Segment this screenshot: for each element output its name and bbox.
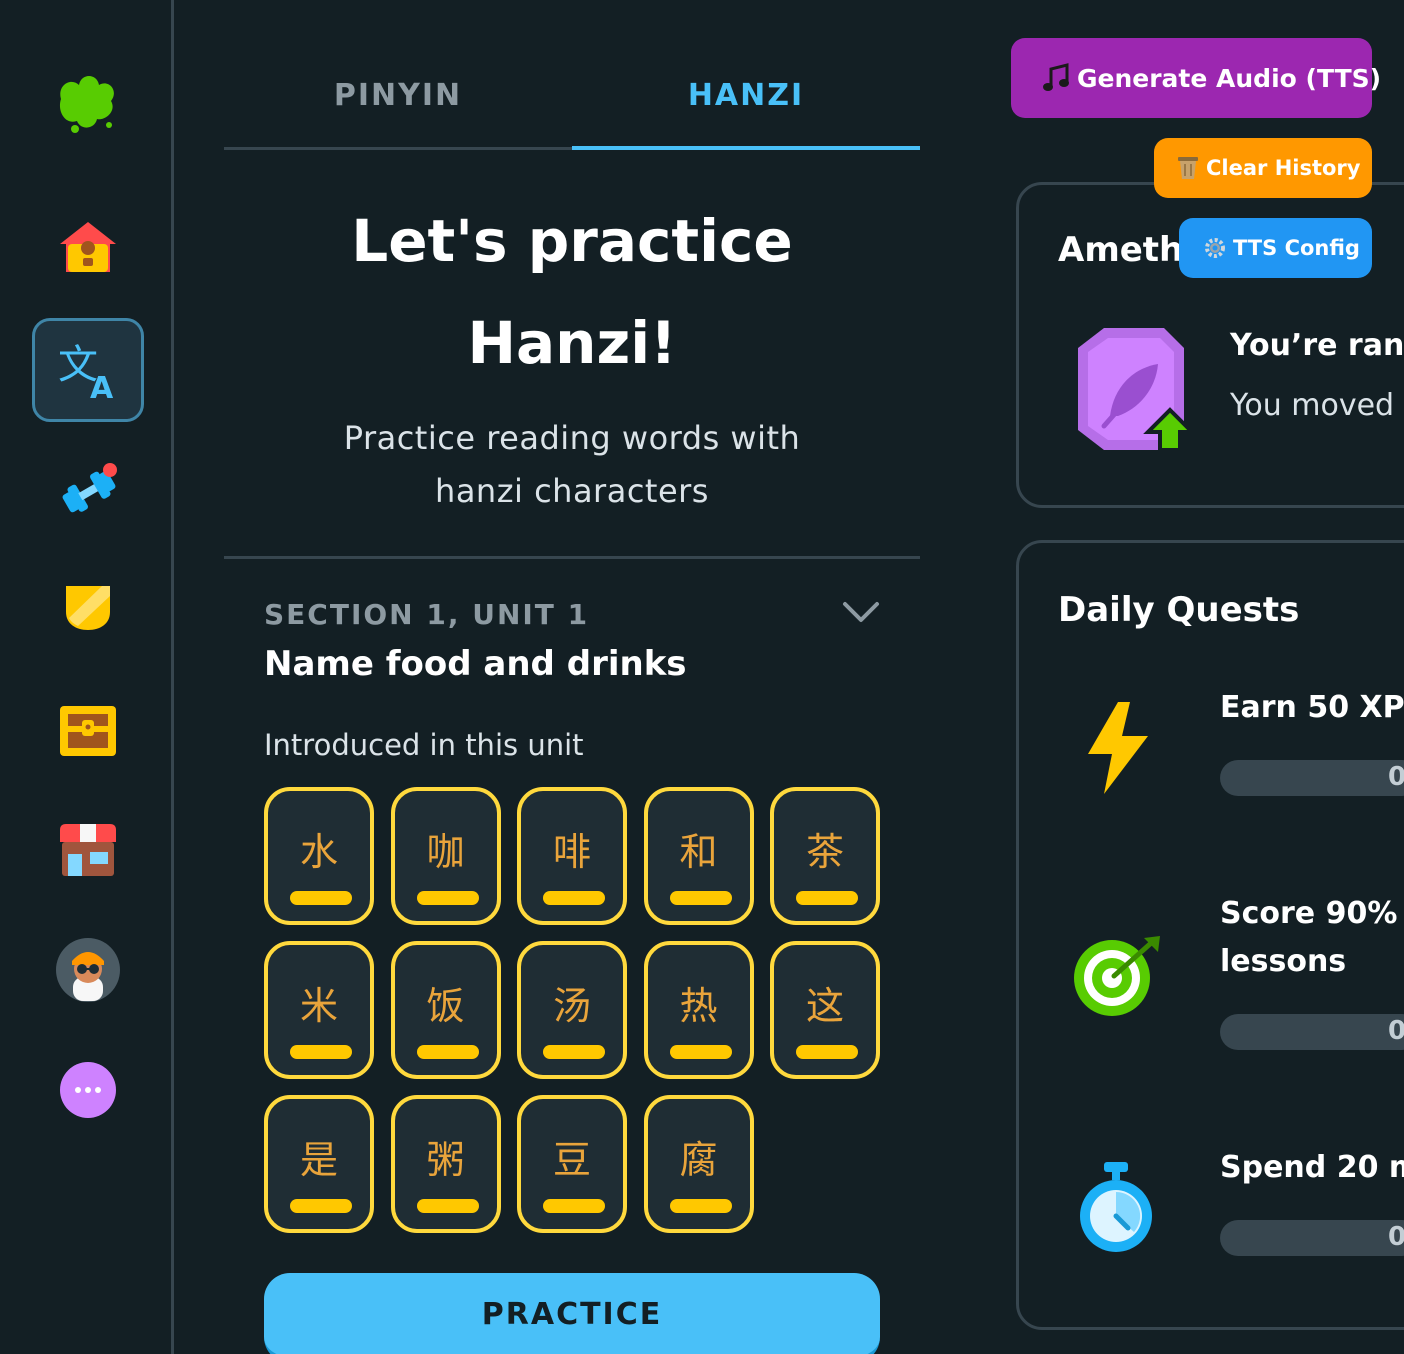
tts-config-button[interactable]: TTS Config bbox=[1179, 218, 1372, 278]
quest-title-2: Score 90% o lessons bbox=[1220, 890, 1404, 986]
quest-2-line2: lessons bbox=[1220, 944, 1347, 979]
translate-icon[interactable]: 文 A bbox=[32, 318, 144, 422]
page-subtitle-line1: Practice reading words with bbox=[343, 419, 801, 457]
page-title-line2: Hanzi! bbox=[467, 309, 677, 377]
quest-progress-count-2: 0 bbox=[1388, 1016, 1404, 1046]
character-glyph: 是 bbox=[299, 1138, 338, 1182]
music-note-icon bbox=[1041, 63, 1071, 93]
wastebasket-icon bbox=[1176, 155, 1200, 181]
shop-icon[interactable] bbox=[32, 798, 144, 902]
character-glyph: 粥 bbox=[426, 1138, 465, 1182]
tab-hanzi[interactable]: HANZI bbox=[572, 60, 920, 150]
rank-subtitle: You moved u bbox=[1230, 388, 1404, 423]
quest-progress-bar-2: 0 bbox=[1220, 1014, 1404, 1050]
tab-pinyin[interactable]: PINYIN bbox=[224, 60, 572, 150]
lightning-bolt-icon bbox=[1078, 700, 1154, 800]
character-progress-bar bbox=[796, 1045, 858, 1059]
character-tile[interactable]: 咖 bbox=[390, 787, 501, 925]
character-glyph: 腐 bbox=[679, 1138, 718, 1182]
character-glyph: 汤 bbox=[552, 984, 591, 1028]
quest-progress-bar-1: 0 bbox=[1220, 760, 1404, 796]
character-glyph: 这 bbox=[805, 984, 844, 1028]
amethyst-league-badge-icon bbox=[1074, 326, 1198, 460]
page-title: Let's practice Hanzi! bbox=[224, 190, 920, 394]
character-tile[interactable]: 粥 bbox=[390, 1095, 501, 1233]
stopwatch-icon bbox=[1078, 1160, 1154, 1258]
gear-icon bbox=[1203, 236, 1227, 260]
page-subtitle-line2: hanzi characters bbox=[435, 472, 709, 510]
generate-audio-button[interactable]: Generate Audio (TTS) bbox=[1011, 38, 1381, 118]
character-progress-bar bbox=[796, 891, 858, 905]
intro-label: Introduced in this unit bbox=[264, 728, 584, 762]
character-progress-bar bbox=[290, 891, 352, 905]
quest-progress-count-3: 0 bbox=[1388, 1222, 1404, 1252]
shield-icon[interactable] bbox=[32, 556, 144, 660]
chevron-down-icon[interactable] bbox=[842, 600, 880, 630]
character-tile[interactable]: 和 bbox=[643, 787, 754, 925]
character-progress-bar bbox=[669, 1045, 732, 1059]
character-tile[interactable]: 腐 bbox=[643, 1095, 754, 1233]
script-tabs: PINYIN HANZI bbox=[224, 60, 920, 150]
page-subtitle: Practice reading words with hanzi charac… bbox=[224, 412, 920, 518]
character-tile[interactable]: 米 bbox=[264, 941, 374, 1079]
character-glyph: 水 bbox=[299, 830, 338, 874]
character-progress-bar bbox=[416, 1045, 479, 1059]
tts-config-label: TTS Config bbox=[1233, 236, 1360, 260]
character-tile[interactable]: 热 bbox=[643, 941, 754, 1079]
target-icon bbox=[1072, 934, 1164, 1024]
character-progress-bar bbox=[290, 1199, 352, 1213]
character-glyph: 米 bbox=[299, 984, 338, 1028]
quest-title-1: Earn 50 XP bbox=[1220, 684, 1404, 732]
unit-title: Name food and drinks bbox=[264, 644, 687, 684]
page-title-line1: Let's practice bbox=[351, 207, 793, 275]
svg-text:A: A bbox=[90, 371, 114, 402]
character-tile[interactable]: 茶 bbox=[770, 787, 880, 925]
character-progress-bar bbox=[543, 891, 605, 905]
character-progress-bar bbox=[543, 1045, 605, 1059]
character-progress-bar bbox=[416, 1199, 479, 1213]
practice-button[interactable]: PRACTICE bbox=[264, 1273, 880, 1354]
rank-title: You’re ranke bbox=[1230, 328, 1404, 363]
profile-avatar-icon[interactable] bbox=[32, 918, 144, 1022]
generate-audio-label: Generate Audio (TTS) bbox=[1077, 63, 1382, 93]
character-glyph: 茶 bbox=[805, 830, 844, 874]
character-glyph: 和 bbox=[679, 830, 718, 874]
character-glyph: 啡 bbox=[552, 830, 591, 874]
character-tile[interactable]: 豆 bbox=[517, 1095, 627, 1233]
treasure-chest-icon[interactable] bbox=[32, 678, 144, 782]
character-glyph: 咖 bbox=[426, 830, 465, 874]
logo-icon[interactable] bbox=[32, 56, 144, 160]
character-progress-bar bbox=[669, 891, 732, 905]
character-tile[interactable]: 是 bbox=[264, 1095, 374, 1233]
character-glyph: 饭 bbox=[426, 984, 465, 1028]
character-tile[interactable]: 这 bbox=[770, 941, 880, 1079]
daily-quests-title: Daily Quests bbox=[1058, 590, 1300, 630]
quest-progress-bar-3: 0 bbox=[1220, 1220, 1404, 1256]
character-tile[interactable]: 啡 bbox=[517, 787, 627, 925]
character-progress-bar bbox=[290, 1045, 352, 1059]
character-progress-bar bbox=[543, 1199, 605, 1213]
character-glyph: 豆 bbox=[552, 1138, 591, 1182]
quest-3-line1: Spend 20 mi bbox=[1220, 1150, 1404, 1185]
character-tile[interactable]: 饭 bbox=[390, 941, 501, 1079]
character-tile[interactable]: 水 bbox=[264, 787, 374, 925]
more-icon[interactable] bbox=[32, 1038, 144, 1142]
character-progress-bar bbox=[416, 891, 479, 905]
sidebar: 文 A bbox=[0, 0, 174, 1354]
clear-history-button[interactable]: Clear History bbox=[1154, 138, 1372, 198]
character-glyph: 热 bbox=[679, 984, 718, 1028]
character-progress-bar bbox=[669, 1199, 732, 1213]
quest-1-line1: Earn 50 XP bbox=[1220, 690, 1404, 725]
clear-history-label: Clear History bbox=[1206, 156, 1361, 180]
section-label: SECTION 1, UNIT 1 bbox=[264, 598, 590, 631]
quest-progress-count-1: 0 bbox=[1388, 762, 1404, 792]
divider bbox=[224, 556, 920, 559]
character-tile[interactable]: 汤 bbox=[517, 941, 627, 1079]
quest-title-3: Spend 20 mi bbox=[1220, 1144, 1404, 1192]
home-icon[interactable] bbox=[32, 196, 144, 300]
practice-icon[interactable] bbox=[32, 436, 144, 540]
quest-2-line1: Score 90% o bbox=[1220, 896, 1404, 931]
